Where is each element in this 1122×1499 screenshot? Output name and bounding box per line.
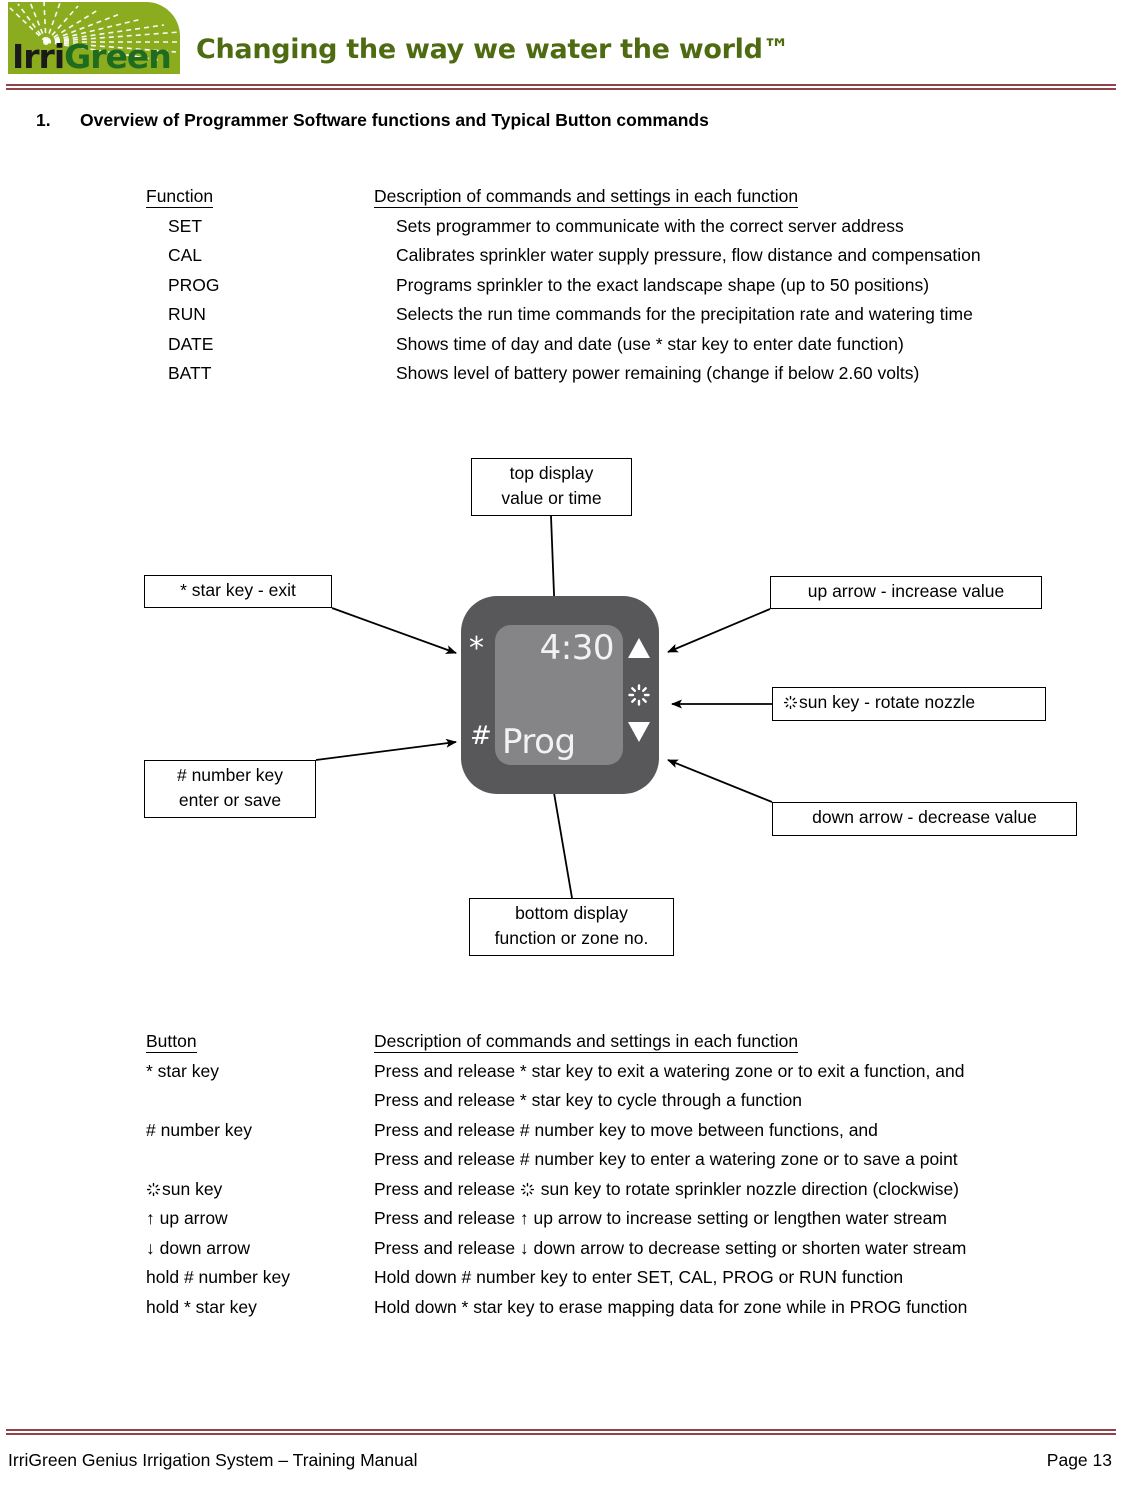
table-header-row: Function Description of commands and set… (146, 186, 1106, 216)
table-row: PROG Programs sprinkler to the exact lan… (146, 275, 1106, 305)
button-name: # number key (146, 1119, 253, 1140)
function-description: Calibrates sprinkler water supply pressu… (396, 245, 981, 265)
function-name: BATT (168, 363, 212, 383)
callout-line-2: value or time (501, 488, 602, 508)
header-divider (6, 84, 1116, 90)
table-header-row: Button Description of commands and setti… (146, 1031, 1106, 1061)
function-name: SET (168, 215, 203, 236)
callout-down-arrow: down arrow - decrease value (772, 802, 1077, 836)
star-key[interactable]: * (469, 634, 484, 664)
function-name: PROG (168, 274, 220, 295)
column-header-description: Description of commands and settings in … (374, 1031, 799, 1053)
button-name: ↑ up arrow (146, 1208, 228, 1228)
button-description: Press and release # number key to move b… (374, 1119, 878, 1140)
display-bottom-value: Prog (502, 722, 576, 762)
logo-wordmark: IrriGreen (12, 37, 172, 74)
callout-line-1: # number key (176, 765, 284, 785)
up-arrow-key[interactable] (628, 638, 650, 658)
sun-icon (520, 1182, 535, 1197)
column-header-button: Button (146, 1031, 197, 1053)
table-row: BATT Shows level of battery power remain… (146, 363, 1106, 393)
tagline: Changing the way we water the world™ (196, 34, 790, 65)
table-row: hold # number key Hold down # number key… (146, 1267, 1106, 1297)
callout-line-1: bottom display (515, 903, 628, 923)
function-name: CAL (168, 245, 203, 265)
button-description: Press and release * star key to cycle th… (374, 1090, 803, 1110)
footer-divider (6, 1429, 1116, 1435)
table-row: ↓ down arrow Press and release ↓ down ar… (146, 1238, 1106, 1268)
display-top-value: 4:30 (539, 628, 615, 668)
button-description: Press and release ↑ up arrow to increase… (374, 1208, 947, 1228)
table-row: SET Sets programmer to communicate with … (146, 216, 1106, 246)
table-row: * star key Press and release * star key … (146, 1061, 1106, 1091)
hash-key[interactable]: # (470, 723, 492, 749)
programmer-device-diagram: * # 4:30 Prog top display value or time (0, 430, 1122, 990)
description-post: sun key to rotate sprinkler nozzle direc… (535, 1178, 960, 1199)
callout-star-key: * star key - exit (144, 575, 332, 608)
page-title: 1. Overview of Programmer Software functi… (36, 110, 1036, 131)
page-header: IrriGreen Changing the way we water the … (0, 0, 1122, 98)
table-row: ↑ up arrow Press and release ↑ up arrow … (146, 1208, 1106, 1238)
table-row: Press and release * star key to cycle th… (146, 1090, 1106, 1120)
button-name: ↓ down arrow (146, 1237, 251, 1258)
button-name: * star key (146, 1060, 219, 1081)
footer-page-number: Page 13 (1046, 1450, 1112, 1470)
down-arrow-key[interactable] (628, 722, 650, 742)
logo-text-green: Green (64, 37, 172, 74)
callout-line-1: up arrow - increase value (807, 581, 1005, 601)
function-table: Function Description of commands and set… (146, 186, 1106, 393)
logo-text-irri: Irri (12, 37, 65, 74)
button-description: Press and release ↓ down arrow to decrea… (374, 1237, 967, 1258)
irrigreen-logo: IrriGreen (8, 2, 180, 74)
button-name: hold * star key (146, 1296, 257, 1317)
button-description: Press and release sun key to rotate spri… (374, 1179, 1106, 1200)
table-row: CAL Calibrates sprinkler water supply pr… (146, 245, 1106, 275)
function-description: Programs sprinkler to the exact landscap… (396, 274, 930, 295)
callout-line-2: function or zone no. (494, 928, 649, 948)
button-description: Press and release # number key to enter … (374, 1149, 958, 1169)
section-title-text: Overview of Programmer Software function… (80, 110, 709, 130)
callout-line-1: * star key - exit (180, 580, 296, 600)
button-description: Hold down * star key to erase mapping da… (374, 1296, 968, 1317)
sun-icon (146, 1182, 161, 1197)
button-description: Press and release * star key to exit a w… (374, 1060, 965, 1081)
button-name: sun key (146, 1179, 374, 1200)
callout-up-arrow: up arrow - increase value (770, 576, 1042, 609)
callout-top-display: top display value or time (471, 458, 632, 516)
table-row: hold * star key Hold down * star key to … (146, 1297, 1106, 1327)
function-name: RUN (168, 304, 206, 324)
callout-hash-key: # number key enter or save (144, 760, 316, 818)
table-row: RUN Selects the run time commands for th… (146, 304, 1106, 334)
table-row: # number key Press and release # number … (146, 1120, 1106, 1150)
column-header-function: Function (146, 186, 214, 208)
callout-line-1: sun key - rotate nozzle (799, 692, 976, 712)
function-description: Shows time of day and date (use * star k… (396, 333, 904, 354)
button-description: Hold down # number key to enter SET, CAL… (374, 1267, 904, 1287)
sun-icon (783, 695, 798, 710)
button-name-text: sun key (162, 1178, 223, 1199)
sprinkler-programmer-device: * # 4:30 Prog (461, 596, 659, 794)
callout-line-2: enter or save (178, 790, 282, 810)
table-row: DATE Shows time of day and date (use * s… (146, 334, 1106, 364)
callout-line-1: down arrow - decrease value (812, 807, 1037, 827)
function-description: Shows level of battery power remaining (… (396, 363, 920, 383)
function-description: Sets programmer to communicate with the … (396, 215, 904, 236)
column-header-description: Description of commands and settings in … (374, 186, 799, 208)
function-description: Selects the run time commands for the pr… (396, 304, 973, 324)
button-table: Button Description of commands and setti… (146, 1031, 1106, 1326)
description-pre: Press and release (374, 1178, 520, 1199)
function-name: DATE (168, 333, 214, 354)
footer-document-title: IrriGreen Genius Irrigation System – Tra… (8, 1450, 418, 1470)
callout-bottom-display: bottom display function or zone no. (469, 898, 674, 956)
sun-key[interactable] (627, 683, 651, 707)
section-number: 1. (36, 110, 51, 130)
table-row: sun key Press and release sun key to rot… (146, 1179, 1106, 1209)
button-name: hold # number key (146, 1267, 290, 1287)
table-row: Press and release # number key to enter … (146, 1149, 1106, 1179)
callout-sun-key: sun key - rotate nozzle (772, 687, 1046, 721)
device-display: 4:30 Prog (495, 625, 623, 765)
callout-line-1: top display (509, 463, 594, 483)
